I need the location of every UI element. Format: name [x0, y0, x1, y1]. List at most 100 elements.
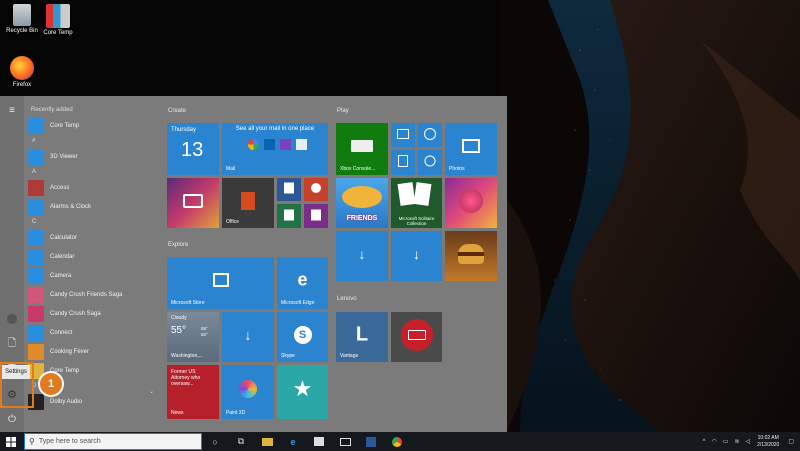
tile-xbox-console[interactable]: Xbox Console... — [336, 123, 388, 175]
app-item-alarms-clock[interactable]: Alarms & Clock — [28, 197, 158, 216]
tile-onenote[interactable] — [304, 204, 328, 228]
desktop-icon-core-temp[interactable]: Core Temp — [36, 4, 80, 36]
tile-vantage[interactable]: L Vantage — [336, 312, 388, 362]
wifi-icon[interactable]: ≋ — [734, 438, 739, 445]
tile-groove[interactable] — [418, 123, 442, 147]
excel-icon — [284, 209, 294, 221]
star-icon: ★ — [292, 376, 313, 402]
tile-microsoft-store[interactable]: Microsoft Store — [167, 257, 274, 309]
calendar-day: Thursday — [171, 127, 197, 133]
tile-label: Xbox Console... — [340, 166, 376, 172]
start-menu: ≡ 🗋 ▣ ⏻ Recently added Core Temp # 3D Vi… — [0, 96, 507, 432]
power-icon[interactable]: ⏻ — [4, 411, 20, 427]
app-item-3d-viewer[interactable]: 3D Viewer — [28, 147, 158, 166]
app-item-camera[interactable]: Camera — [28, 266, 158, 285]
list-letter-a[interactable]: A — [28, 166, 158, 178]
hamburger-menu-icon[interactable]: ≡ — [4, 102, 20, 118]
mail-promo-text: See all your mail in one place — [235, 126, 315, 132]
tile-microsoft-edge[interactable]: e Microsoft Edge — [277, 257, 328, 309]
tile-favorites[interactable]: ★ — [277, 365, 328, 419]
paint-3d-icon — [239, 380, 257, 399]
tile-calendar[interactable]: Thursday 13 — [167, 123, 219, 175]
tile-excel[interactable] — [277, 204, 301, 228]
mail-taskbar-icon[interactable] — [332, 432, 358, 451]
tile-download-2[interactable]: ↓ — [391, 231, 442, 281]
shopping-bag-icon — [212, 273, 229, 288]
tile-camera[interactable] — [167, 178, 219, 228]
volume-icon[interactable]: ◁ — [745, 438, 750, 445]
firefox-icon — [10, 56, 34, 80]
chevron-down-icon[interactable]: ⌄ — [149, 388, 154, 395]
edge-taskbar-icon[interactable]: e — [280, 432, 306, 451]
access-icon — [28, 179, 44, 196]
chevron-up-icon[interactable]: ^ — [703, 439, 706, 445]
app-item-connect[interactable]: Connect — [28, 323, 158, 342]
documents-icon[interactable]: 🗋 — [4, 336, 20, 352]
settings-gear-icon[interactable]: ⚙ — [4, 386, 20, 402]
weather-high-low: 55° 50° — [201, 326, 208, 338]
tile-candy-crush-saga[interactable] — [445, 178, 497, 228]
tile-label: Office — [226, 219, 239, 225]
alarm-clock-icon — [28, 198, 44, 215]
tile-photos[interactable]: Photos — [445, 123, 497, 175]
download-arrow-icon: ↓ — [413, 245, 420, 262]
tile-office[interactable]: Office — [222, 178, 274, 228]
tile-cooking-fever[interactable] — [445, 231, 497, 281]
network-icon[interactable]: ◠ — [712, 438, 717, 445]
tile-calculator[interactable] — [391, 150, 415, 175]
group-title-play[interactable]: Play — [337, 108, 349, 114]
outlook-icon — [264, 139, 275, 150]
tile-solitaire[interactable]: Microsoft Solitaire Collection — [391, 178, 442, 228]
app-item-dolby-audio[interactable]: Dolby Audio — [28, 392, 158, 411]
group-title-lenovo[interactable]: Lenovo — [337, 296, 357, 302]
weather-condition: Cloudy — [171, 315, 187, 321]
taskbar-search-box[interactable]: ⚲ Type here to search — [24, 433, 202, 450]
recycle-bin-icon — [13, 4, 31, 26]
tile-news[interactable]: Former US Attorney who oversaw... News — [167, 365, 219, 419]
app-item-candy-crush-friends[interactable]: Candy Crush Friends Saga — [28, 285, 158, 304]
tile-movies[interactable] — [391, 123, 415, 147]
tile-skype[interactable]: S Skype — [277, 312, 328, 362]
search-placeholder: Type here to search — [38, 438, 101, 445]
tile-paint-3d[interactable]: Paint 3D — [222, 365, 274, 419]
tile-lenovo-keyboard[interactable] — [391, 312, 442, 362]
task-view-icon[interactable]: ⧉ — [228, 432, 254, 451]
action-center-icon[interactable]: ▢ — [788, 438, 794, 445]
tile-word[interactable] — [277, 178, 301, 201]
list-letter-c[interactable]: C — [28, 216, 158, 228]
desktop-icon-firefox[interactable]: Firefox — [0, 56, 44, 88]
start-button[interactable] — [0, 432, 22, 451]
app-item-candy-crush-saga[interactable]: Candy Crush Saga — [28, 304, 158, 323]
file-explorer-icon[interactable] — [254, 432, 280, 451]
word-taskbar-icon[interactable] — [358, 432, 384, 451]
tile-weather[interactable]: Cloudy 55° 55° 50° Washington,... — [167, 312, 219, 362]
tile-webcam[interactable] — [418, 150, 442, 175]
tile-download-3[interactable]: ↓ — [222, 312, 274, 362]
calendar-icon — [28, 248, 44, 265]
calendar-date: 13 — [181, 139, 204, 161]
app-item-calendar[interactable]: Calendar — [28, 247, 158, 266]
user-account-icon[interactable] — [4, 311, 20, 327]
mail-envelope-icon — [296, 139, 307, 150]
app-item-core-temp[interactable]: Core Temp — [28, 116, 158, 135]
group-title-explore[interactable]: Explore — [168, 242, 188, 248]
list-letter-hash[interactable]: # — [28, 135, 158, 147]
clock-time: 10:02 AM — [757, 434, 779, 441]
vantage-icon: L — [355, 323, 369, 345]
tile-mail[interactable]: See all your mail in one place Mail — [222, 123, 328, 175]
taskbar-clock[interactable]: 10:02 AM 2/13/2020 — [757, 435, 779, 449]
candy-crush-saga-icon — [28, 305, 44, 322]
tile-candy-crush-friends[interactable]: FRIENDS — [336, 178, 388, 228]
store-taskbar-icon[interactable] — [306, 432, 332, 451]
group-title-create[interactable]: Create — [168, 108, 186, 114]
cortana-icon[interactable]: ○ — [202, 432, 228, 451]
app-item-calculator[interactable]: Calculator — [28, 228, 158, 247]
chrome-taskbar-icon[interactable] — [384, 432, 410, 451]
battery-icon[interactable]: ▭ — [723, 438, 729, 445]
app-item-access[interactable]: Access — [28, 178, 158, 197]
tile-download-1[interactable]: ↓ — [336, 231, 388, 281]
friends-logo: FRIENDS — [346, 215, 378, 222]
camera-icon — [28, 267, 44, 284]
app-item-cooking-fever[interactable]: Cooking Fever — [28, 342, 158, 361]
tile-powerpoint[interactable] — [304, 178, 328, 201]
